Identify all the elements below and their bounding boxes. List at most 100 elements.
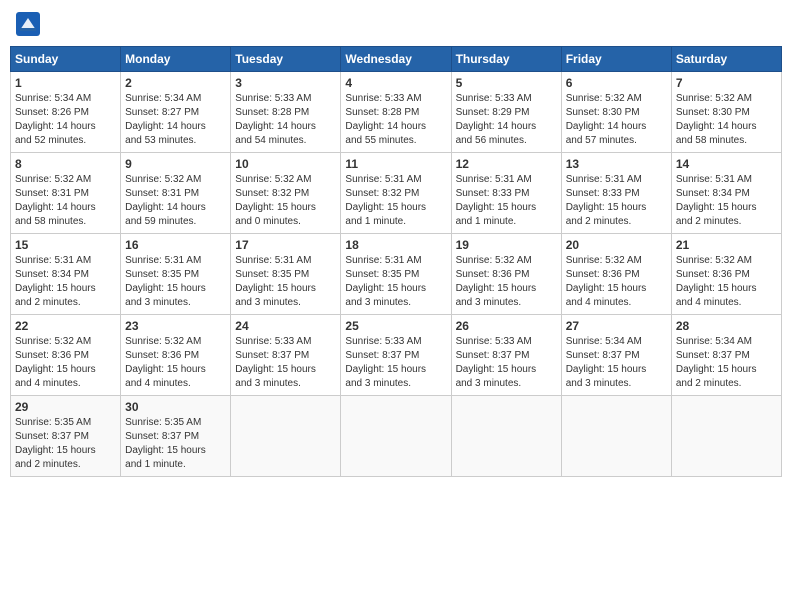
day-number: 11 [345,157,446,171]
calendar-cell: 25 Sunrise: 5:33 AMSunset: 8:37 PMDayligh… [341,315,451,396]
weekday-header-sunday: Sunday [11,47,121,72]
day-number: 30 [125,400,226,414]
day-number: 25 [345,319,446,333]
day-number: 8 [15,157,116,171]
calendar-cell: 29Sunrise: 5:35 AMSunset: 8:37 PMDayligh… [11,396,121,477]
calendar-cell: 15 Sunrise: 5:31 AMSunset: 8:34 PMDayligh… [11,234,121,315]
cell-content: Sunrise: 5:33 AMSunset: 8:28 PMDaylight:… [235,92,336,148]
calendar-cell: 28 Sunrise: 5:34 AMSunset: 8:37 PMDayligh… [671,315,781,396]
day-number: 28 [676,319,777,333]
calendar-cell: 13Sunrise: 5:31 AMSunset: 8:33 PMDayligh… [561,153,671,234]
calendar-cell: 16 Sunrise: 5:31 AMSunset: 8:35 PMDayligh… [121,234,231,315]
cell-content: Sunrise: 5:34 AMSunset: 8:37 PMDaylight:… [566,335,667,391]
cell-content: Sunrise: 5:33 AMSunset: 8:37 PMDaylight:… [345,335,446,391]
cell-content: Sunrise: 5:32 AMSunset: 8:32 PMDaylight:… [235,173,336,229]
day-number: 9 [125,157,226,171]
calendar-header: SundayMondayTuesdayWednesdayThursdayFrid… [11,47,782,72]
weekday-header-monday: Monday [121,47,231,72]
calendar-cell: 19Sunrise: 5:32 AMSunset: 8:36 PMDayligh… [451,234,561,315]
day-number: 27 [566,319,667,333]
day-number: 26 [456,319,557,333]
cell-content: Sunrise: 5:32 AMSunset: 8:31 PMDaylight:… [15,173,116,229]
weekday-header-row: SundayMondayTuesdayWednesdayThursdayFrid… [11,47,782,72]
day-number: 19 [456,238,557,252]
day-number: 22 [15,319,116,333]
cell-content: Sunrise: 5:32 AMSunset: 8:31 PMDaylight:… [125,173,226,229]
page-header [10,10,782,38]
day-number: 13 [566,157,667,171]
calendar-cell: 4 Sunrise: 5:33 AMSunset: 8:28 PMDaylight… [341,72,451,153]
calendar-cell: 8 Sunrise: 5:32 AMSunset: 8:31 PMDaylight… [11,153,121,234]
day-number: 29 [15,400,116,414]
day-number: 23 [125,319,226,333]
calendar-cell: 21Sunrise: 5:32 AMSunset: 8:36 PMDayligh… [671,234,781,315]
cell-content: Sunrise: 5:31 AMSunset: 8:34 PMDaylight:… [15,254,116,310]
weekday-header-friday: Friday [561,47,671,72]
calendar-cell: 9 Sunrise: 5:32 AMSunset: 8:31 PMDaylight… [121,153,231,234]
calendar-cell: 18 Sunrise: 5:31 AMSunset: 8:35 PMDayligh… [341,234,451,315]
calendar-week-row-5: 29 Sunrise: 5:35 AMSunset: 8:37 PMDayligh… [11,396,782,477]
cell-content: Sunrise: 5:31 AMSunset: 8:35 PMDaylight:… [235,254,336,310]
cell-content: Sunrise: 5:31 AMSunset: 8:35 PMDaylight:… [345,254,446,310]
calendar-week-row-2: 8 Sunrise: 5:32 AMSunset: 8:31 PMDaylight… [11,153,782,234]
cell-content: Sunrise: 5:31 AMSunset: 8:32 PMDaylight:… [345,173,446,229]
day-number: 16 [125,238,226,252]
cell-content: Sunrise: 5:32 AMSunset: 8:36 PMDaylight:… [125,335,226,391]
calendar-cell: 3 Sunrise: 5:33 AMSunset: 8:28 PMDaylight… [231,72,341,153]
cell-content: Sunrise: 5:31 AMSunset: 8:34 PMDaylight:… [676,173,777,229]
calendar-cell [341,396,451,477]
cell-content: Sunrise: 5:33 AMSunset: 8:37 PMDaylight:… [235,335,336,391]
cell-content: Sunrise: 5:33 AMSunset: 8:29 PMDaylight:… [456,92,557,148]
calendar-cell: 24 Sunrise: 5:33 AMSunset: 8:37 PMDayligh… [231,315,341,396]
calendar-cell: 5 Sunrise: 5:33 AMSunset: 8:29 PMDaylight… [451,72,561,153]
calendar-week-row-4: 22 Sunrise: 5:32 AMSunset: 8:36 PMDayligh… [11,315,782,396]
day-number: 3 [235,76,336,90]
weekday-header-wednesday: Wednesday [341,47,451,72]
calendar-cell [231,396,341,477]
calendar-cell: 30 Sunrise: 5:35 AMSunset: 8:37 PMDayligh… [121,396,231,477]
cell-content: Sunrise: 5:34 AMSunset: 8:26 PMDaylight:… [15,92,116,148]
cell-content: Sunrise: 5:33 AMSunset: 8:28 PMDaylight:… [345,92,446,148]
calendar-cell: 7 Sunrise: 5:32 AMSunset: 8:30 PMDaylight… [671,72,781,153]
cell-content: Sunrise: 5:32 AMSunset: 8:30 PMDaylight:… [676,92,777,148]
day-number: 7 [676,76,777,90]
day-number: 20 [566,238,667,252]
cell-content: Sunrise: 5:34 AMSunset: 8:37 PMDaylight:… [676,335,777,391]
weekday-header-saturday: Saturday [671,47,781,72]
calendar-cell: 27 Sunrise: 5:34 AMSunset: 8:37 PMDayligh… [561,315,671,396]
day-number: 2 [125,76,226,90]
cell-content: Sunrise: 5:31 AMSunset: 8:35 PMDaylight:… [125,254,226,310]
day-number: 6 [566,76,667,90]
calendar-cell: 26 Sunrise: 5:33 AMSunset: 8:37 PMDayligh… [451,315,561,396]
cell-content: Sunrise: 5:31 AMSunset: 8:33 PMDaylight:… [456,173,557,229]
logo [14,10,46,38]
calendar-cell [561,396,671,477]
cell-content: Sunrise: 5:33 AMSunset: 8:37 PMDaylight:… [456,335,557,391]
calendar-cell: 12Sunrise: 5:31 AMSunset: 8:33 PMDayligh… [451,153,561,234]
calendar-week-row-3: 15 Sunrise: 5:31 AMSunset: 8:34 PMDayligh… [11,234,782,315]
day-number: 15 [15,238,116,252]
cell-content: Sunrise: 5:32 AMSunset: 8:36 PMDaylight:… [15,335,116,391]
weekday-header-tuesday: Tuesday [231,47,341,72]
calendar-cell [671,396,781,477]
day-number: 17 [235,238,336,252]
calendar-cell: 11 Sunrise: 5:31 AMSunset: 8:32 PMDayligh… [341,153,451,234]
day-number: 10 [235,157,336,171]
day-number: 5 [456,76,557,90]
day-number: 18 [345,238,446,252]
day-number: 4 [345,76,446,90]
calendar-cell: 1Sunrise: 5:34 AMSunset: 8:26 PMDaylight… [11,72,121,153]
day-number: 24 [235,319,336,333]
calendar-cell: 23 Sunrise: 5:32 AMSunset: 8:36 PMDayligh… [121,315,231,396]
calendar-cell: 10 Sunrise: 5:32 AMSunset: 8:32 PMDayligh… [231,153,341,234]
calendar-week-row-1: 1Sunrise: 5:34 AMSunset: 8:26 PMDaylight… [11,72,782,153]
calendar-cell: 14Sunrise: 5:31 AMSunset: 8:34 PMDayligh… [671,153,781,234]
cell-content: Sunrise: 5:35 AMSunset: 8:37 PMDaylight:… [125,416,226,472]
calendar-cell: 6Sunrise: 5:32 AMSunset: 8:30 PMDaylight… [561,72,671,153]
cell-content: Sunrise: 5:34 AMSunset: 8:27 PMDaylight:… [125,92,226,148]
calendar-cell: 22 Sunrise: 5:32 AMSunset: 8:36 PMDayligh… [11,315,121,396]
cell-content: Sunrise: 5:32 AMSunset: 8:36 PMDaylight:… [676,254,777,310]
calendar-cell [451,396,561,477]
calendar-cell: 2 Sunrise: 5:34 AMSunset: 8:27 PMDaylight… [121,72,231,153]
calendar-body: 1Sunrise: 5:34 AMSunset: 8:26 PMDaylight… [11,72,782,477]
